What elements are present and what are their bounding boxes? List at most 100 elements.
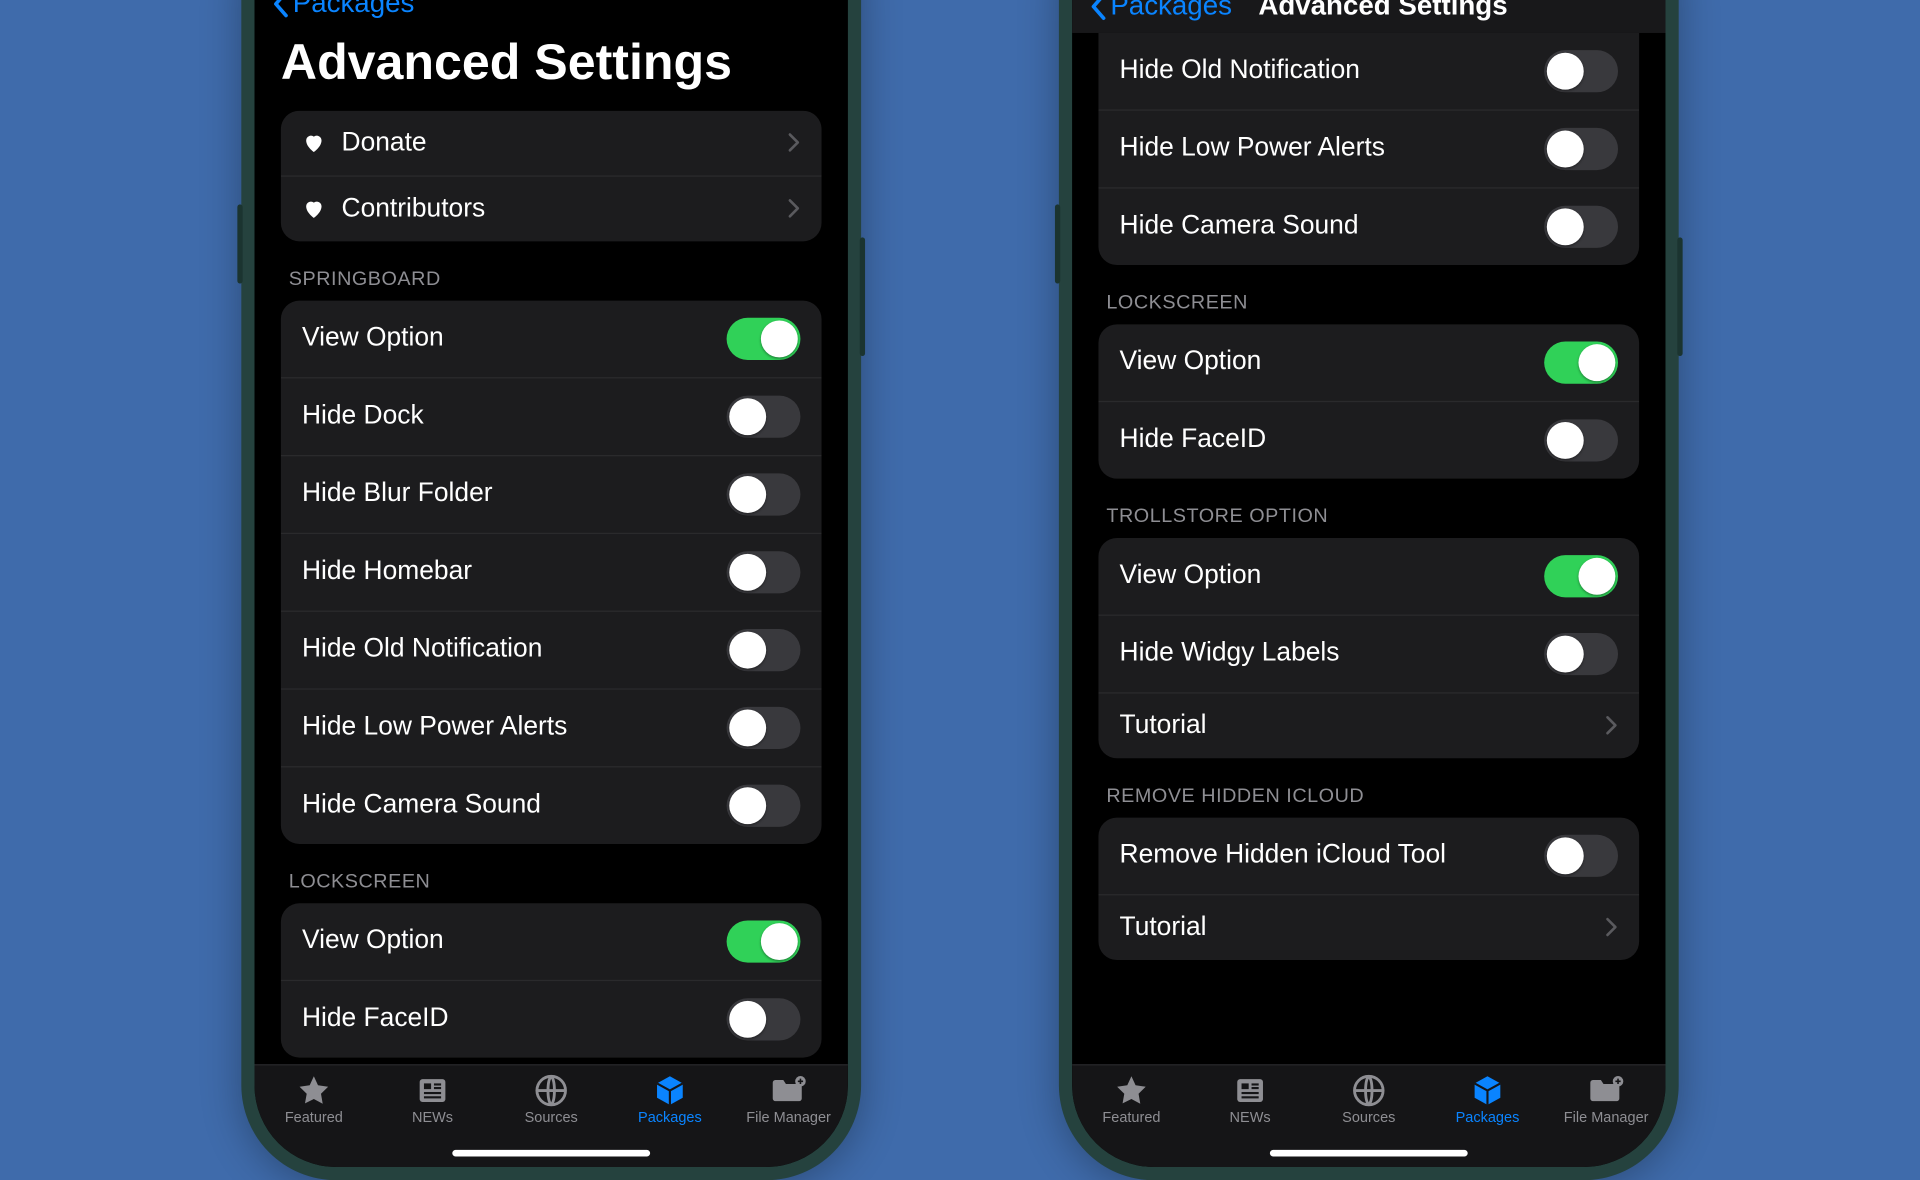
ts-view-option-row: View Option [1098,537,1639,613]
phone-right: 1:56 Packages Advanced Settings Hi [1059,0,1679,1180]
hide-faceid-row: Hide FaceID [1098,400,1639,478]
ls-view-option-row: View Option [281,903,822,979]
home-indicator [452,1149,650,1156]
hide-dock-row: Hide Dock [281,376,822,454]
hide-dock-label: Hide Dock [302,401,711,431]
hide-old-notif-label: Hide Old Notification [302,634,711,664]
icloud-tutorial-row[interactable]: Tutorial [1098,893,1639,959]
settings-group: Remove Hidden iCloud ToolTutorial [1098,817,1639,959]
tab-file-manager[interactable]: File Manager [1547,1073,1666,1167]
tutorial-row[interactable]: Tutorial [1098,692,1639,758]
tab-label: NEWs [412,1110,453,1126]
tab-label: NEWs [1230,1110,1271,1126]
tutorial-label: Tutorial [1120,710,1589,740]
tab-label: Packages [1456,1110,1520,1126]
hide-camera-sound-row: Hide Camera Sound [1098,187,1639,265]
hide-camera-sound-toggle[interactable] [1544,205,1618,247]
tab-label: File Manager [1564,1110,1649,1126]
tab-featured[interactable]: Featured [255,1073,374,1167]
hide-faceid-label: Hide FaceID [1120,425,1529,455]
hide-blur-folder-toggle[interactable] [727,473,801,515]
hide-blur-folder-row: Hide Blur Folder [281,454,822,532]
tab-featured[interactable]: Featured [1072,1073,1191,1167]
content: Hide Old Notification Hide Low Power Aler… [1072,32,1665,1063]
hide-faceid-toggle[interactable] [1544,419,1618,461]
chevron-right-icon [787,132,800,153]
hide-blur-folder-label: Hide Blur Folder [302,479,711,509]
nav-bar: Packages [255,0,848,24]
package-icon [1470,1073,1504,1107]
hide-widgy-labels-toggle[interactable] [1544,632,1618,674]
icloud-tutorial-label: Tutorial [1120,912,1589,942]
tab-file-manager[interactable]: File Manager [729,1073,848,1167]
screen: 1:56 Packages Advanced Settings Don [255,0,848,1166]
settings-group: View Option Hide Widgy Labels Tutorial [1098,537,1639,757]
hide-faceid-label: Hide FaceID [302,1004,711,1034]
contributors-row[interactable]: Contributors [281,175,822,241]
contributors-label: Contributors [342,193,772,223]
donate-label: Donate [342,127,772,157]
heart-icon [302,132,326,153]
hide-camera-sound-toggle[interactable] [727,784,801,826]
star-icon [297,1073,331,1107]
content: DonateContributors SPRINGBOARDView Optio… [255,110,848,1063]
tab-label: Sources [1342,1110,1395,1126]
hide-old-notif-row: Hide Old Notification [281,610,822,688]
section-header: TROLLSTORE OPTION [1106,504,1631,526]
star-icon [1114,1073,1148,1107]
hide-old-notif-toggle[interactable] [727,628,801,670]
folder-icon [1588,1073,1625,1107]
springboard-group-tail: Hide Old Notification Hide Low Power Aler… [1098,32,1639,264]
hide-old-notif-toggle[interactable] [1544,49,1618,91]
package-icon [653,1073,687,1107]
globe-icon [534,1073,568,1107]
hide-camera-sound-row: Hide Camera Sound [281,765,822,843]
hide-camera-sound-label: Hide Camera Sound [1120,211,1529,241]
tab-label: Featured [1102,1110,1160,1126]
donate-row[interactable]: Donate [281,110,822,175]
hide-low-power-toggle[interactable] [1544,127,1618,169]
screen: 1:56 Packages Advanced Settings Hi [1072,0,1665,1166]
hide-homebar-row: Hide Homebar [281,532,822,610]
chevron-right-icon [787,198,800,219]
section-header: LOCKSCREEN [289,870,814,892]
chevron-left-icon [270,0,290,18]
hide-homebar-label: Hide Homebar [302,556,711,586]
view-option-row: View Option [281,300,822,376]
hide-widgy-labels-label: Hide Widgy Labels [1120,638,1529,668]
view-option-toggle[interactable] [727,317,801,359]
ts-view-option-label: View Option [1120,560,1529,590]
back-label: Packages [1110,0,1232,22]
hide-faceid-row: Hide FaceID [281,979,822,1057]
chevron-right-icon [1605,715,1618,736]
ls-view-option-row: View Option [1098,324,1639,400]
chevron-left-icon [1088,0,1108,20]
settings-group: View Option Hide Dock Hide Blur Folder Hide… [281,300,822,843]
hide-low-power-label: Hide Low Power Alerts [1120,133,1529,163]
tab-label: Packages [638,1110,702,1126]
ls-view-option-label: View Option [302,926,711,956]
settings-group: View Option Hide FaceID [1098,324,1639,478]
back-button[interactable]: Packages [270,0,414,19]
ts-view-option-toggle[interactable] [1544,555,1618,597]
hide-dock-toggle[interactable] [727,395,801,437]
heart-icon [302,198,326,219]
hide-low-power-toggle[interactable] [727,706,801,748]
back-button[interactable]: Packages [1088,0,1232,22]
nav-title: Advanced Settings [1258,0,1507,22]
ls-view-option-toggle[interactable] [727,920,801,962]
phone-left: 1:56 Packages Advanced Settings Don [241,0,861,1180]
tab-label: Sources [525,1110,578,1126]
ls-view-option-label: View Option [1120,347,1529,377]
hide-faceid-toggle[interactable] [727,998,801,1040]
section-header: REMOVE HIDDEN ICLOUD [1106,784,1631,806]
ls-view-option-toggle[interactable] [1544,341,1618,383]
hide-low-power-row: Hide Low Power Alerts [1098,109,1639,187]
tab-label: Featured [285,1110,343,1126]
back-label: Packages [293,0,415,19]
home-indicator [1270,1149,1468,1156]
hide-homebar-toggle[interactable] [727,551,801,593]
remove-hidden-icloud-toggle[interactable] [1544,834,1618,876]
view-option-label: View Option [302,323,711,353]
hide-old-notif-row: Hide Old Notification [1098,32,1639,108]
